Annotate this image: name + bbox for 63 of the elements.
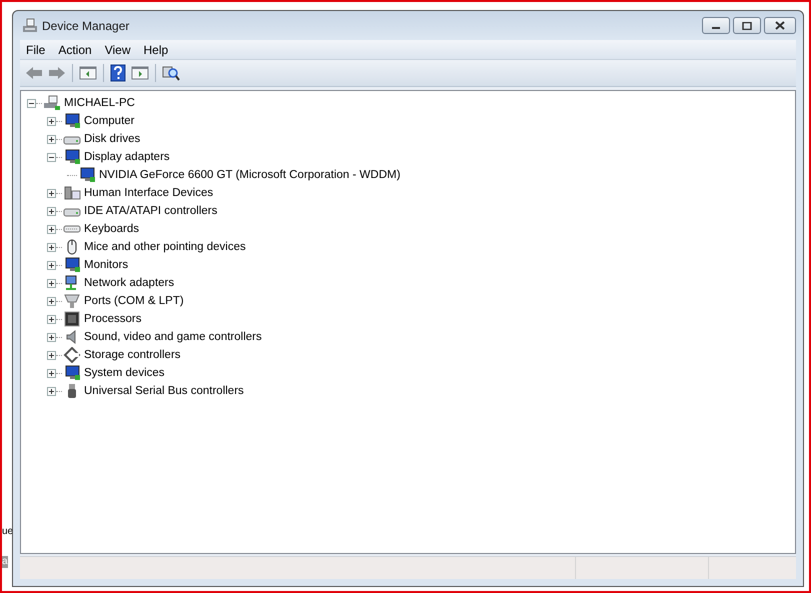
panel-icon [131, 65, 149, 81]
expander[interactable] [47, 314, 56, 324]
tree-item-label[interactable]: Ports (COM & LPT) [83, 295, 185, 307]
left-arrow-icon [25, 65, 43, 81]
tree-item-label[interactable]: Universal Serial Bus controllers [83, 385, 245, 397]
menu-item[interactable]: View [98, 42, 138, 56]
expander[interactable] [47, 188, 56, 198]
port-icon [63, 293, 81, 309]
expander[interactable] [47, 350, 56, 360]
tree-item-label[interactable]: Disk drives [83, 133, 142, 145]
tree-item-label[interactable]: System devices [83, 367, 166, 379]
tree-item-label[interactable]: NVIDIA GeForce 6600 GT (Microsoft Corporation - WDDM) [98, 169, 402, 181]
computer-magnifier-icon [162, 64, 180, 82]
menu-item[interactable]: File [20, 42, 52, 56]
tree-item-label[interactable]: IDE ATA/ATAPI controllers [83, 205, 218, 217]
tree-item-label[interactable]: Mice and other pointing devices [83, 241, 247, 253]
minimize-button[interactable] [702, 17, 730, 34]
tree-item-label[interactable]: Display adapters [83, 151, 171, 163]
panel-icon [79, 65, 97, 81]
tree-item-label[interactable]: Monitors [83, 259, 130, 271]
expander[interactable] [47, 152, 56, 162]
close-button[interactable] [764, 17, 796, 34]
expander[interactable] [47, 332, 56, 342]
chip-icon [63, 311, 81, 327]
monitor-icon [63, 365, 81, 381]
storage-icon [63, 347, 81, 363]
right-arrow-icon [48, 65, 66, 81]
window-title: Device Manager [42, 18, 130, 32]
maximize-icon [742, 22, 752, 30]
monitor-icon [63, 149, 81, 165]
expander[interactable] [47, 206, 56, 216]
background-window-text: a [2, 556, 8, 568]
monitor-icon [63, 113, 81, 129]
expander[interactable] [47, 116, 56, 126]
monitor-icon [63, 257, 81, 273]
tree-item-label[interactable]: Sound, video and game controllers [83, 331, 263, 343]
expander[interactable] [47, 386, 56, 396]
expander[interactable] [47, 368, 56, 378]
expander[interactable] [27, 98, 36, 108]
tree-item-label[interactable]: Keyboards [83, 223, 140, 235]
tree-item-label[interactable]: Processors [83, 313, 143, 325]
tree-item-label[interactable]: Human Interface Devices [83, 187, 214, 199]
close-icon [775, 21, 785, 30]
tree-item-label[interactable]: Computer [83, 115, 136, 127]
computer-icon [43, 95, 61, 111]
help-icon [110, 64, 126, 82]
tree-item-label[interactable]: Network adapters [83, 277, 176, 289]
maximize-button[interactable] [733, 17, 761, 34]
expander[interactable] [47, 134, 56, 144]
device-icon [63, 185, 81, 201]
tree-item-label[interactable]: MICHAEL-PC [63, 97, 136, 109]
monitor-icon [78, 167, 96, 183]
background-window-text: ue [2, 526, 14, 538]
expander[interactable] [47, 224, 56, 234]
expander[interactable] [47, 278, 56, 288]
menu-item[interactable]: Action [52, 42, 99, 56]
menu-item[interactable]: Help [138, 42, 176, 56]
printer-computer-icon [22, 18, 38, 34]
help-button[interactable] [108, 62, 128, 84]
expander[interactable] [47, 242, 56, 252]
tree-item-label[interactable]: Storage controllers [83, 349, 182, 361]
expander[interactable] [47, 260, 56, 270]
expander[interactable] [47, 296, 56, 306]
